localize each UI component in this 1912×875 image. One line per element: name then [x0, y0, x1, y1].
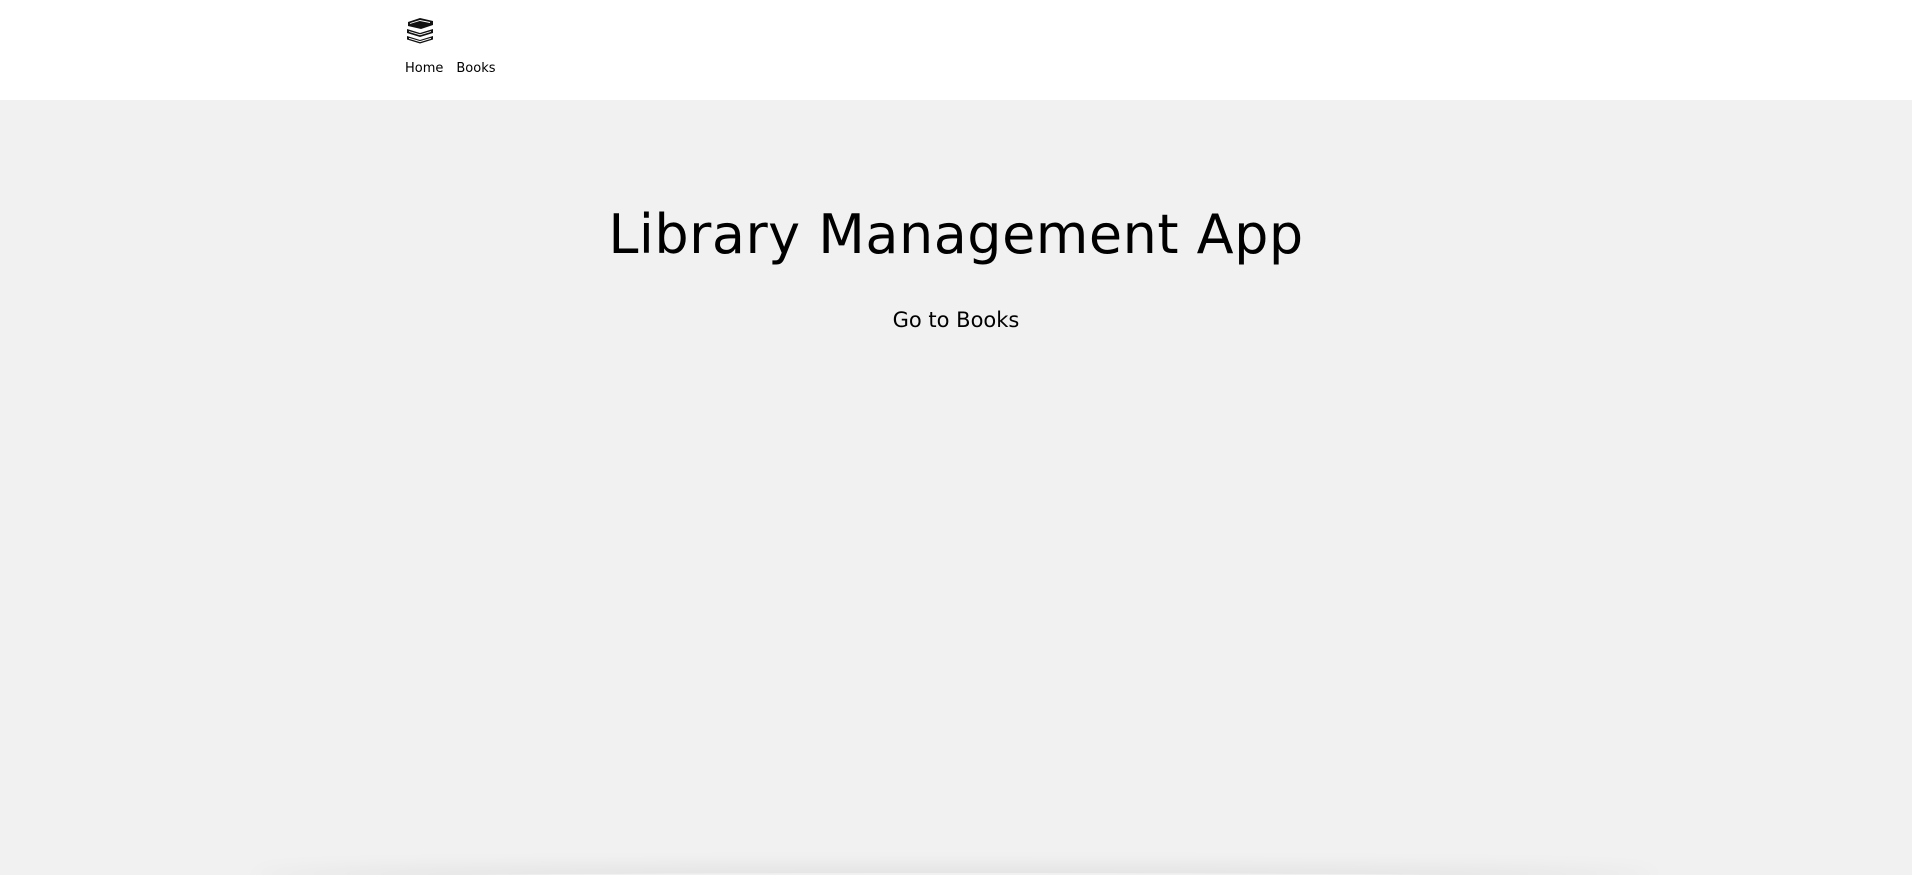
page-title: Library Management App	[608, 203, 1304, 266]
main-content: Library Management App Go to Books	[0, 100, 1912, 875]
nav-link-books[interactable]: Books	[456, 61, 495, 77]
nav-link-home[interactable]: Home	[405, 61, 443, 77]
cta-container: Go to Books	[0, 307, 1912, 333]
main-nav: Home Books	[405, 61, 496, 77]
books-stack-icon[interactable]	[405, 16, 435, 44]
header-content: Home Books	[405, 16, 496, 77]
site-header: Home Books	[0, 0, 1912, 100]
go-to-books-link[interactable]: Go to Books	[893, 308, 1020, 332]
